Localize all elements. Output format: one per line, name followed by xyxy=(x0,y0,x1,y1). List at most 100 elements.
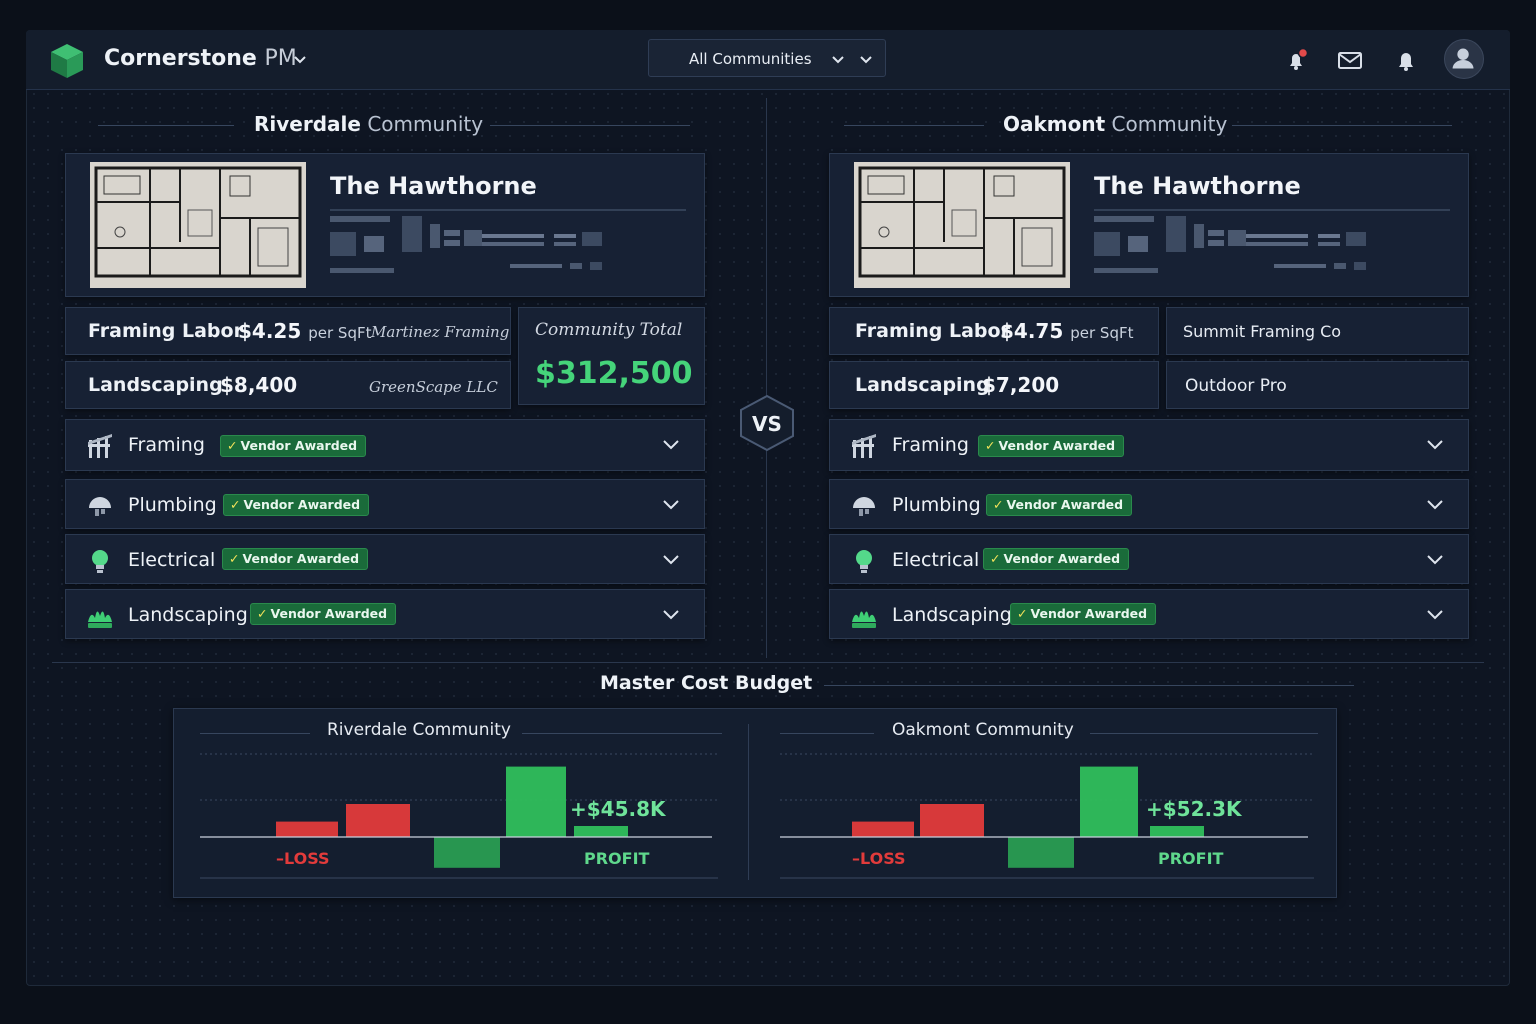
landscaping-row[interactable]: Landscaping $8,400 GreenScape LLC xyxy=(65,361,511,409)
framing-vendor-card[interactable]: Summit Framing Co xyxy=(1166,307,1469,355)
chevron-down-icon[interactable] xyxy=(1426,608,1444,622)
chevron-down-icon[interactable] xyxy=(1426,438,1444,452)
floor-plan-image xyxy=(854,162,1070,288)
loss-bar xyxy=(852,821,914,837)
landscaping-row[interactable]: Landscaping $7,200 xyxy=(829,361,1159,409)
title-rule xyxy=(1090,733,1318,734)
plan-name: The Hawthorne xyxy=(330,172,537,200)
shrub-icon xyxy=(88,611,112,628)
framing-vendor: Martinez Framing xyxy=(371,323,510,341)
landscaping-amount: $7,200 xyxy=(982,373,1060,397)
trade-row-framing[interactable]: Framing ✓ Vendor Awarded xyxy=(829,419,1469,471)
chart-title: Riverdale Community xyxy=(327,720,511,740)
vendor-awarded-badge: ✓ Vendor Awarded xyxy=(250,603,397,625)
badge-label: Vendor Awarded xyxy=(1006,497,1124,512)
user-avatar[interactable] xyxy=(1444,39,1484,79)
vendor-awarded-badge: ✓ Vendor Awarded xyxy=(223,494,370,516)
badge-label: Vendor Awarded xyxy=(1003,551,1121,566)
community-name: Oakmont xyxy=(1003,112,1106,136)
shrub-icon xyxy=(852,611,876,628)
badge-label: Vendor Awarded xyxy=(1030,606,1148,621)
title-rule xyxy=(780,733,874,734)
vendor-awarded-badge: ✓ Vendor Awarded xyxy=(1010,603,1157,625)
plan-name: The Hawthorne xyxy=(1094,172,1301,200)
loss-bar xyxy=(920,804,984,837)
framing-labor-amount: $4.25 xyxy=(238,319,302,343)
framing-labor-label: Framing Labor xyxy=(88,320,243,342)
community-selector[interactable]: All Communities xyxy=(648,39,886,77)
floor-plan-image xyxy=(90,162,306,288)
bell-icon[interactable] xyxy=(1392,46,1420,74)
check-icon: ✓ xyxy=(230,497,241,512)
vendor-awarded-badge: ✓ Vendor Awarded xyxy=(986,494,1133,516)
plan-spec-placeholder xyxy=(330,209,686,273)
budget-chart-riverdale: +$45.8K –LOSS PROFIT xyxy=(200,753,718,879)
framing-vendor: Summit Framing Co xyxy=(1183,322,1342,341)
profit-bar xyxy=(1080,766,1138,837)
framing-labor-amount: $4.75 xyxy=(1000,319,1064,343)
landscaping-label: Landscaping xyxy=(855,374,990,396)
title-rule xyxy=(490,125,690,126)
profit-bar xyxy=(1150,826,1204,837)
profit-bar xyxy=(434,837,500,868)
cube-logo-icon[interactable] xyxy=(48,42,86,80)
community-total-value: $312,500 xyxy=(535,356,693,391)
loss-bar xyxy=(276,821,338,837)
check-icon: ✓ xyxy=(229,551,240,566)
vs-badge: VS xyxy=(737,394,797,452)
community-title-oakmont: Oakmont Community xyxy=(1003,112,1227,136)
chevron-down-icon[interactable] xyxy=(662,498,680,512)
badge-label: Vendor Awarded xyxy=(242,551,360,566)
floor-plan-card[interactable]: The Hawthorne xyxy=(65,153,705,297)
profit-bar xyxy=(506,766,566,837)
community-selector-value: All Communities xyxy=(689,50,812,68)
badge-label: Vendor Awarded xyxy=(998,438,1116,453)
landscaping-vendor-card[interactable]: Outdoor Pro xyxy=(1166,361,1469,409)
check-icon: ✓ xyxy=(257,606,268,621)
community-title-riverdale: Riverdale Community xyxy=(254,112,483,136)
trade-name: Framing xyxy=(892,434,969,456)
trade-name: Landscaping xyxy=(128,604,248,626)
check-icon: ✓ xyxy=(990,551,1001,566)
chevron-down-icon[interactable] xyxy=(292,52,308,68)
brand-name[interactable]: Cornerstone PM xyxy=(104,46,297,71)
trade-row-electrical[interactable]: Electrical ✓ Vendor Awarded xyxy=(65,534,705,584)
check-icon: ✓ xyxy=(1017,606,1028,621)
framing-labor-unit: per SqFt xyxy=(308,324,372,342)
framing-icon xyxy=(852,434,876,458)
alert-bell-icon[interactable] xyxy=(1282,46,1310,74)
chevron-down-icon xyxy=(860,56,872,64)
title-rule xyxy=(98,125,234,126)
trade-row-plumbing[interactable]: Plumbing ✓ Vendor Awarded xyxy=(829,479,1469,529)
vendor-awarded-badge: ✓ Vendor Awarded xyxy=(983,548,1130,570)
trade-row-plumbing[interactable]: Plumbing ✓ Vendor Awarded xyxy=(65,479,705,529)
framing-labor-rate: $4.75 per SqFt xyxy=(1000,319,1133,343)
chevron-down-icon[interactable] xyxy=(662,608,680,622)
community-name: Riverdale xyxy=(254,112,361,136)
trade-name: Landscaping xyxy=(892,604,1012,626)
trade-row-landscaping[interactable]: Landscaping ✓ Vendor Awarded xyxy=(65,589,705,639)
chevron-down-icon[interactable] xyxy=(662,553,680,567)
mail-icon[interactable] xyxy=(1336,46,1364,74)
vendor-awarded-badge: ✓ Vendor Awarded xyxy=(978,435,1125,457)
chevron-down-icon[interactable] xyxy=(662,438,680,452)
chevron-down-icon[interactable] xyxy=(1426,498,1444,512)
trade-row-framing[interactable]: Framing ✓ Vendor Awarded xyxy=(65,419,705,471)
title-rule xyxy=(200,733,310,734)
lightbulb-icon xyxy=(856,550,872,573)
vendor-awarded-badge: ✓ Vendor Awarded xyxy=(222,548,369,570)
profit-label: PROFIT xyxy=(584,849,650,868)
loss-bar xyxy=(346,804,410,837)
trade-row-electrical[interactable]: Electrical ✓ Vendor Awarded xyxy=(829,534,1469,584)
plumbing-icon xyxy=(89,497,111,516)
landscaping-label: Landscaping xyxy=(88,374,223,396)
framing-labor-row[interactable]: Framing Labor $4.75 per SqFt xyxy=(829,307,1159,355)
trade-row-landscaping[interactable]: Landscaping ✓ Vendor Awarded xyxy=(829,589,1469,639)
landscaping-vendor: GreenScape LLC xyxy=(369,378,498,396)
chart-title: Oakmont Community xyxy=(892,720,1074,740)
chevron-down-icon[interactable] xyxy=(1426,553,1444,567)
framing-labor-label: Framing Labor xyxy=(855,320,1010,342)
badge-label: Vendor Awarded xyxy=(240,438,358,453)
framing-labor-row[interactable]: Framing Labor $4.25 per SqFt Martinez Fr… xyxy=(65,307,511,355)
floor-plan-card[interactable]: The Hawthorne xyxy=(829,153,1469,297)
